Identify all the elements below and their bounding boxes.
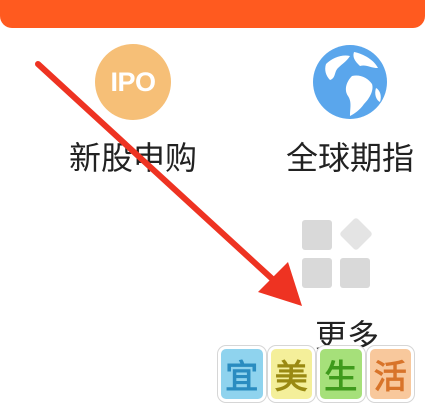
shortcut-label: 新股申购 <box>68 139 197 177</box>
watermark-char: 宜 <box>218 346 266 402</box>
top-bar <box>0 0 425 28</box>
shortcut-new-stock-subscription[interactable]: IPO 新股申购 <box>48 44 218 178</box>
app-screen: IPO 新股申购 全球期指 更多 宜 美 生 活 <box>0 0 425 416</box>
globe-icon <box>312 44 388 120</box>
watermark-char: 美 <box>267 346 315 402</box>
shortcut-more[interactable] <box>262 218 412 292</box>
ipo-icon: IPO <box>95 44 171 120</box>
shortcut-global-futures[interactable]: 全球期指 <box>265 44 425 178</box>
watermark-char: 生 <box>317 346 365 402</box>
shortcut-label: 全球期指 <box>285 139 414 177</box>
grid-more-icon <box>300 218 374 292</box>
watermark-logo: 宜 美 生 活 <box>218 346 414 402</box>
ipo-icon-text: IPO <box>110 66 156 97</box>
watermark-char: 活 <box>366 346 414 402</box>
